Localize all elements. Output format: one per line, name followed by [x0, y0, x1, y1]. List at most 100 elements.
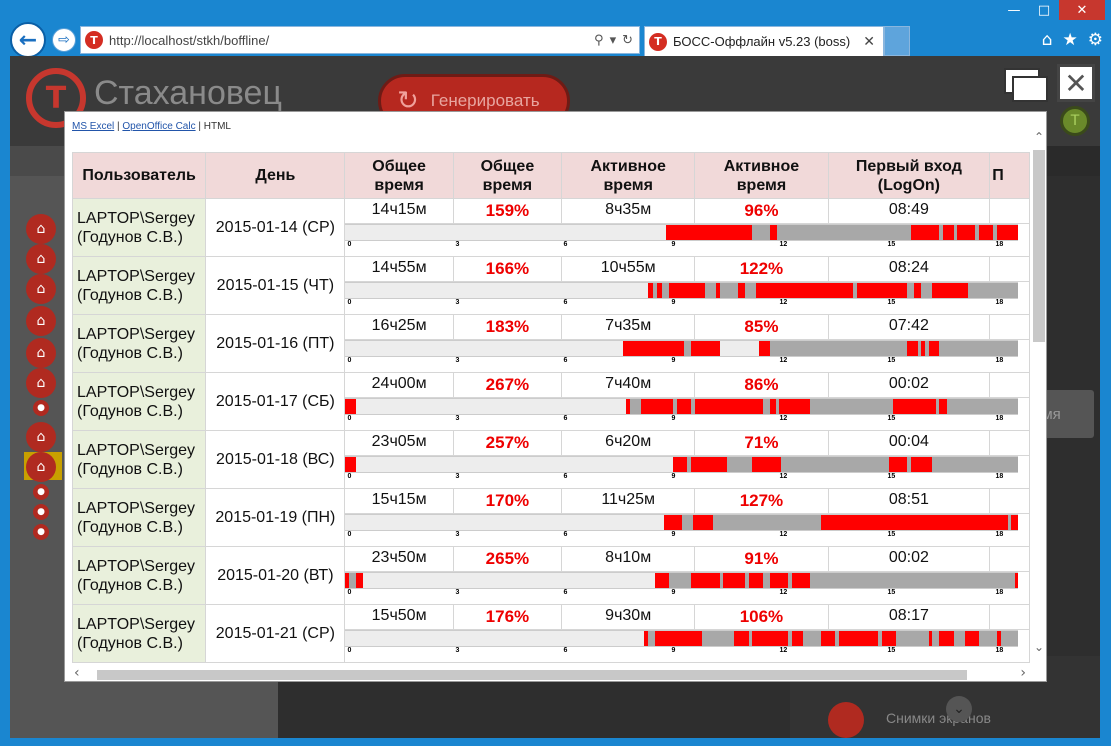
col-header-user[interactable]: Пользователь — [72, 152, 207, 199]
col-header-total-time[interactable]: Общее время — [344, 152, 454, 199]
back-button[interactable]: ← — [10, 22, 46, 58]
col-header-next[interactable]: П — [989, 152, 1030, 199]
active-segment — [655, 573, 670, 588]
active-segment — [889, 457, 908, 472]
col-header-active-time-pct[interactable]: Активное время — [694, 152, 829, 199]
tick-label: 12 — [779, 241, 788, 248]
home-icon[interactable]: ⌂ — [1042, 30, 1053, 50]
col-header-first-logon[interactable]: Первый вход (LogOn) — [827, 152, 991, 199]
active-segment — [345, 399, 357, 414]
idle-segment — [896, 631, 929, 646]
timeline-cell: 0 3 6 9 12 15 18 — [344, 223, 1030, 257]
address-bar[interactable]: T http://localhost/stkh/boffline/ ⚲ ▾ ↻ — [80, 26, 640, 54]
home-icon[interactable]: ⌂ — [26, 244, 56, 274]
tick-label: 9 — [671, 415, 676, 422]
table-row: LAPTOP\Sergey (Годунов С.В.) 2015-01-18 (… — [72, 430, 1030, 489]
refresh-icon[interactable]: ↻ — [622, 33, 633, 48]
first-logon-cell: 08:49 — [827, 198, 991, 224]
export-bar: MS Excel | OpenOffice Calc | HTML — [72, 121, 231, 132]
user-cell: LAPTOP\Sergey (Годунов С.В.) — [72, 546, 207, 605]
dropdown-icon[interactable]: ▾ — [610, 33, 617, 48]
timeline-ticks: 0 3 6 9 12 15 18 — [345, 589, 1018, 603]
tick-label: 3 — [455, 357, 460, 364]
horizontal-scroll-thumb[interactable] — [97, 670, 967, 680]
search-icon[interactable]: ⚲ — [594, 33, 604, 48]
home-icon[interactable]: ⌂ — [26, 422, 56, 452]
maximize-icon[interactable]: □ — [1029, 0, 1059, 20]
minimize-icon[interactable]: — — [999, 0, 1029, 20]
tick-label: 18 — [995, 299, 1004, 306]
home-icon[interactable]: ⌂ — [26, 338, 56, 368]
tab-close-icon[interactable]: ✕ — [863, 34, 875, 50]
vertical-scrollbar[interactable]: ⌃ ⌄ — [1030, 120, 1046, 665]
settings-gear-icon[interactable]: ⚙ — [1088, 30, 1103, 50]
total-time-cell: 15ч15м — [344, 488, 454, 514]
scroll-up-icon[interactable]: ⌃ — [1030, 130, 1046, 146]
first-logon-cell: 00:02 — [827, 372, 991, 398]
close-window-icon[interactable]: ✕ — [1059, 0, 1105, 20]
url-text[interactable]: http://localhost/stkh/boffline/ — [109, 33, 269, 48]
idle-segment — [946, 399, 1019, 414]
table-row: LAPTOP\Sergey (Годунов С.В.) 2015-01-14 (… — [72, 198, 1030, 257]
logo-text: Стахановец — [94, 74, 282, 112]
browser-tab[interactable]: T БОСС-Оффлайн v5.23 (boss) ✕ — [644, 26, 884, 56]
scroll-right-icon[interactable]: › — [1020, 665, 1026, 681]
generate-label: Генерировать — [430, 91, 540, 110]
scroll-down-icon[interactable]: ⌄ — [1030, 640, 1046, 656]
home-icon[interactable]: ⌂ — [26, 214, 56, 244]
home-icon[interactable]: ⌂ — [26, 274, 56, 304]
active-segment — [1015, 573, 1019, 588]
close-modal-button[interactable]: ✕ — [1057, 64, 1095, 102]
col-header-total-time-pct[interactable]: Общее время — [452, 152, 563, 199]
lock-icon: ● — [33, 504, 49, 520]
tick-label: 3 — [455, 473, 460, 480]
forward-button[interactable]: ⇨ — [52, 28, 76, 52]
table-row: LAPTOP\Sergey (Годунов С.В.) 2015-01-17 (… — [72, 372, 1030, 431]
active-segment — [755, 283, 854, 298]
home-icon[interactable]: ⌂ — [26, 452, 56, 482]
day-cell: 2015-01-18 (ВС) — [205, 430, 346, 489]
windows-stack-icon[interactable] — [1004, 68, 1048, 102]
home-icon[interactable]: ⌂ — [26, 368, 56, 398]
active-segment — [640, 399, 674, 414]
col-header-active-time[interactable]: Активное время — [561, 152, 696, 199]
vertical-scroll-thumb[interactable] — [1033, 150, 1045, 342]
activity-timeline-bar — [345, 572, 1019, 589]
total-time-pct-cell: 265% — [452, 546, 563, 572]
active-segment — [820, 515, 1008, 530]
favorites-star-icon[interactable]: ★ — [1063, 30, 1078, 50]
active-time-pct-cell: 127% — [694, 488, 829, 514]
tick-label: 9 — [671, 531, 676, 538]
tick-label: 18 — [995, 357, 1004, 364]
tick-label: 15 — [887, 647, 896, 654]
timeline-ticks: 0 3 6 9 12 15 18 — [345, 241, 1018, 255]
timeline-ticks: 0 3 6 9 12 15 18 — [345, 473, 1018, 487]
idle-segment — [953, 631, 965, 646]
tick-label: 15 — [887, 531, 896, 538]
new-tab-button[interactable] — [884, 26, 910, 56]
report-modal: MS Excel | OpenOffice Calc | HTML Пользо… — [64, 111, 1047, 682]
snapshots-icon[interactable] — [828, 702, 864, 738]
export-excel-link[interactable]: MS Excel — [72, 121, 114, 132]
active-segment — [856, 283, 908, 298]
active-time-pct-cell: 96% — [694, 198, 829, 224]
tick-label: 12 — [779, 589, 788, 596]
idle-segment — [647, 631, 656, 646]
export-openoffice-link[interactable]: OpenOffice Calc — [122, 121, 195, 132]
app-status-icon[interactable]: T — [1060, 106, 1090, 136]
home-icon[interactable]: ⌂ — [26, 306, 56, 336]
horizontal-scrollbar[interactable]: ‹ › — [72, 665, 1030, 681]
scroll-left-icon[interactable]: ‹ — [74, 665, 80, 681]
chevron-down-icon[interactable]: ⌄ — [946, 696, 972, 722]
active-segment — [770, 573, 789, 588]
active-time-cell: 10ч55м — [561, 256, 696, 282]
browser-chrome: — □ ✕ ← ⇨ T http://localhost/stkh/boffli… — [0, 0, 1111, 58]
timeline-ticks: 0 3 6 9 12 15 18 — [345, 531, 1018, 545]
tick-label: 15 — [887, 473, 896, 480]
day-cell: 2015-01-21 (СР) — [205, 604, 346, 663]
active-time-pct-cell: 122% — [694, 256, 829, 282]
col-header-day[interactable]: День — [205, 152, 346, 199]
tick-label: 9 — [671, 647, 676, 654]
total-time-pct-cell: 170% — [452, 488, 563, 514]
active-segment — [907, 341, 918, 356]
